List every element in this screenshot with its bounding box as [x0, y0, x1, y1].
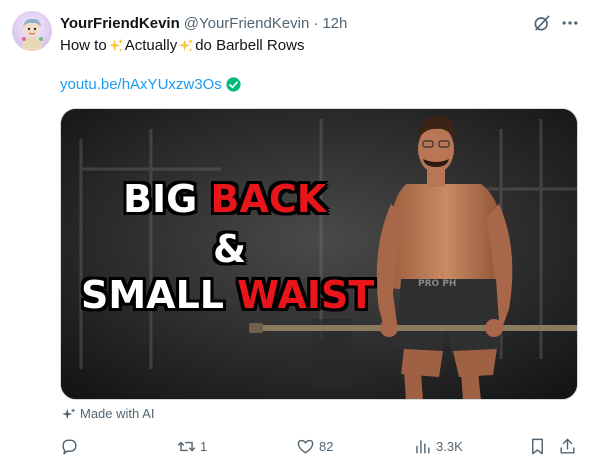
thumbnail-line-2: &	[213, 227, 247, 271]
ai-sparkle-icon	[62, 407, 76, 419]
grok-icon[interactable]	[532, 13, 552, 33]
more-icon[interactable]	[560, 13, 580, 33]
reply-icon	[62, 438, 77, 454]
youtube-link[interactable]: youtu.be/hAxYUxzw3Os	[60, 76, 222, 93]
thumb-word-small: SMALL	[81, 273, 225, 317]
views-icon	[416, 439, 430, 454]
verified-icon	[226, 77, 241, 92]
tweet-text-part-2: Actually	[124, 37, 178, 54]
bookmark-icon	[532, 438, 543, 454]
thumbnail-line-3: SMALL WAIST	[81, 273, 374, 317]
thumb-word-big: BIG	[123, 177, 198, 221]
reply-button[interactable]	[60, 434, 83, 458]
tweet-text: How to Actually do Barbell Rows	[60, 36, 304, 56]
shorts-brand-text: PRO PH	[418, 279, 457, 289]
tweet-header: YourFriendKevin @YourFriendKevin · 12h	[60, 14, 347, 32]
display-name[interactable]: YourFriendKevin	[60, 15, 180, 32]
share-button[interactable]	[558, 434, 577, 458]
thumb-word-back: BACK	[210, 177, 327, 221]
made-with-ai-label[interactable]: Made with AI	[62, 406, 154, 421]
action-bar: 1 82 3.3K	[0, 434, 597, 458]
retweet-button[interactable]: 1	[177, 434, 207, 458]
views-button[interactable]: 3.3K	[413, 434, 463, 458]
thumbnail-background	[61, 109, 577, 399]
views-count: 3.3K	[436, 438, 463, 454]
separator-dot: ·	[313, 14, 319, 32]
timestamp[interactable]: 12h	[322, 15, 347, 32]
avatar[interactable]	[12, 11, 52, 51]
like-button[interactable]: 82	[296, 434, 333, 458]
tweet-text-part-1: How to	[60, 37, 107, 54]
user-handle[interactable]: @YourFriendKevin	[184, 15, 310, 32]
retweet-count: 1	[200, 438, 208, 454]
link-row: youtu.be/hAxYUxzw3Os	[60, 76, 242, 93]
video-thumbnail[interactable]: BIG BACK & SMALL WAIST PRO PH	[60, 108, 578, 400]
like-icon	[297, 439, 314, 454]
bookmark-button[interactable]	[528, 434, 547, 458]
ai-label-text: Made with AI	[80, 406, 155, 421]
share-icon	[560, 438, 575, 454]
sparkle-icon	[108, 38, 124, 52]
sparkle-icon	[178, 38, 194, 52]
tweet-text-part-3: do Barbell Rows	[195, 37, 305, 54]
retweet-icon	[177, 441, 196, 451]
thumb-word-waist: WAIST	[237, 273, 375, 317]
thumbnail-line-1: BIG BACK	[123, 177, 326, 221]
like-count: 82	[319, 438, 334, 454]
